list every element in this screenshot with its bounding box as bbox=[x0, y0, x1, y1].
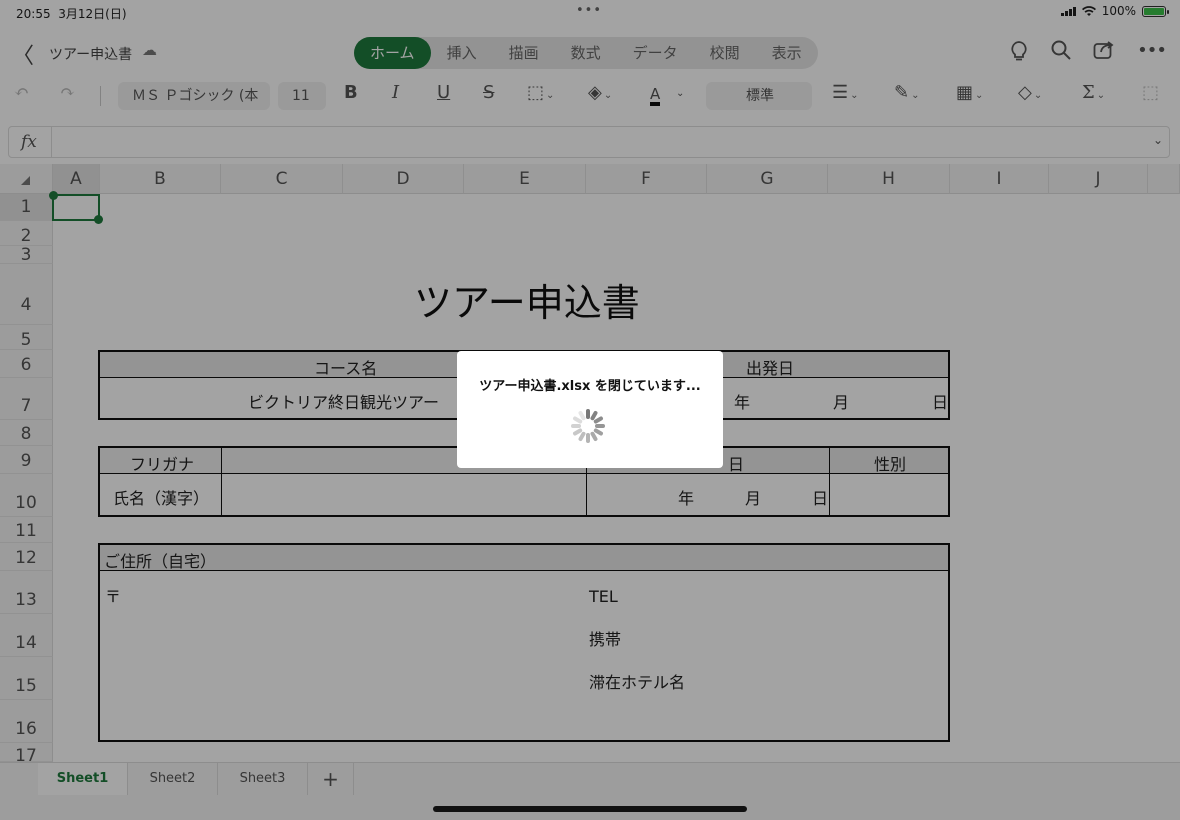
spinner-spoke bbox=[586, 433, 590, 443]
spinner-spoke bbox=[571, 424, 581, 428]
closing-dialog: ツアー申込書.xlsx を閉じています... bbox=[457, 351, 723, 468]
spinner-spoke bbox=[595, 424, 605, 428]
closing-message: ツアー申込書.xlsx を閉じています... bbox=[479, 379, 701, 394]
home-indicator[interactable] bbox=[433, 806, 747, 812]
loading-spinner-icon bbox=[570, 408, 606, 444]
